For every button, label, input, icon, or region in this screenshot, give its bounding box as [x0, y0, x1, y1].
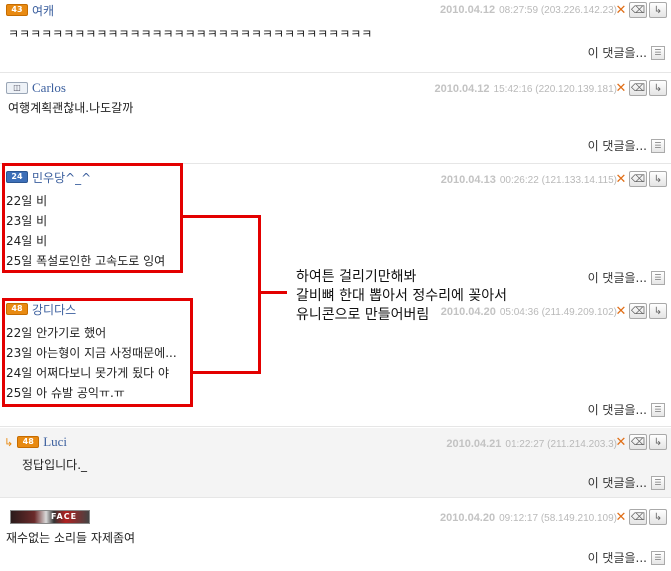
more-icon[interactable]: ☰ [651, 550, 665, 565]
delete-x-icon[interactable]: ✕ [615, 304, 627, 319]
delete-x-icon[interactable]: ✕ [615, 172, 627, 187]
highlight-box-bottom [2, 298, 193, 407]
comment-meta: 2010.04.12 08:27:59 (203.226.142.23) [440, 4, 617, 16]
annotation-line: 갈비뼈 한대 뽑아서 정수리에 꽂아서 [296, 288, 507, 304]
reply-arrow-icon[interactable]: ↳ [649, 171, 667, 187]
nickname[interactable]: Carlos [32, 80, 66, 96]
comment-meta: 2010.04.20 09:12:17 (58.149.210.109) [440, 512, 617, 524]
bracket-line [261, 291, 287, 294]
comment-item: ◫ Carlos 2010.04.12 15:42:16 (220.120.139… [0, 74, 671, 164]
comment-ip: (203.226.142.23) [540, 5, 617, 16]
delete-x-icon[interactable]: ✕ [615, 435, 627, 450]
comment-time: 08:27:59 [499, 5, 539, 16]
nickname[interactable]: 여캐 [32, 2, 54, 19]
delete-x-icon[interactable]: ✕ [615, 510, 627, 525]
level-badge: ◫ [6, 82, 28, 94]
more-menu[interactable]: 이 댓글을... ☰ [588, 474, 665, 491]
comment-time: 09:12:17 [499, 513, 539, 524]
more-label: 이 댓글을... [587, 46, 647, 60]
comment-actions: ✕ ⌫ ↳ [615, 509, 667, 525]
comment-ip: (220.120.139.181) [535, 84, 617, 95]
annotation-text: 하여튼 걸리기만해봐 갈비뼈 한대 뽑아서 정수리에 꽂아서 유니콘으로 만들어… [296, 268, 507, 325]
level-badge: 43 [6, 4, 28, 16]
eraser-icon[interactable]: ⌫ [629, 434, 647, 450]
comment-body: 여행계획괜찮내.나도갈까 [8, 98, 133, 118]
bracket-line [258, 215, 261, 374]
comment-item: 43 여캐 2010.04.12 08:27:59 (203.226.142.23… [0, 0, 671, 73]
delete-x-icon[interactable]: ✕ [615, 3, 627, 18]
eraser-icon[interactable]: ⌫ [629, 80, 647, 96]
comment-time: 15:42:16 [493, 84, 533, 95]
reply-arrow-icon[interactable]: ↳ [649, 2, 667, 18]
highlight-box-top [2, 163, 183, 273]
comment-actions: ✕ ⌫ ↳ [615, 80, 667, 96]
level-badge: 48 [17, 436, 40, 448]
more-label: 이 댓글을... [587, 139, 647, 153]
bracket-line [183, 215, 261, 218]
comment-line: 여행계획괜찮내.나도갈까 [8, 101, 134, 115]
comment-date: 2010.04.13 [440, 174, 496, 186]
comment-line: 재수없는 소리들 자제좀여 [6, 531, 136, 545]
comment-line: ㅋㅋㅋㅋㅋㅋㅋㅋㅋㅋㅋㅋㅋㅋㅋㅋㅋㅋㅋㅋㅋㅋㅋㅋㅋㅋㅋㅋㅋㅋㅋㅋㅋ [8, 27, 373, 41]
more-label: 이 댓글을... [587, 271, 647, 285]
eraser-icon[interactable]: ⌫ [629, 171, 647, 187]
reply-arrow-icon[interactable]: ↳ [649, 434, 667, 450]
more-icon[interactable]: ☰ [651, 138, 665, 153]
more-icon[interactable]: ☰ [651, 270, 665, 285]
comment-date: 2010.04.12 [440, 4, 496, 16]
comment-time: 00:26:22 [499, 175, 539, 186]
comment-header: ◫ Carlos [6, 80, 66, 96]
comment-meta: 2010.04.12 15:42:16 (220.120.139.181) [434, 83, 617, 95]
comment-meta: 2010.04.13 00:26:22 (121.133.14.115) [441, 174, 617, 186]
comment-body: ㅋㅋㅋㅋㅋㅋㅋㅋㅋㅋㅋㅋㅋㅋㅋㅋㅋㅋㅋㅋㅋㅋㅋㅋㅋㅋㅋㅋㅋㅋㅋㅋㅋ [8, 24, 372, 44]
comment-actions: ✕ ⌫ ↳ [615, 2, 667, 18]
comment-date: 2010.04.21 [446, 438, 502, 450]
bracket-line [193, 371, 261, 374]
comment-reply-item: ↳ 48 Luci 2010.04.21 01:22:27 (211.214.20… [0, 428, 671, 498]
comment-header: 43 여캐 [6, 2, 54, 18]
eraser-icon[interactable]: ⌫ [629, 509, 647, 525]
reply-arrow-icon[interactable]: ↳ [649, 80, 667, 96]
comment-actions: ✕ ⌫ ↳ [615, 434, 667, 450]
comment-meta: 2010.04.21 01:22:27 (211.214.203.3) [446, 438, 617, 450]
more-icon[interactable]: ☰ [651, 402, 665, 417]
more-menu[interactable]: 이 댓글을... ☰ [588, 269, 665, 286]
delete-x-icon[interactable]: ✕ [615, 81, 627, 96]
comment-header: FACE [10, 509, 90, 525]
comment-date: 2010.04.12 [434, 83, 490, 95]
nickname[interactable]: Luci [43, 434, 67, 450]
more-icon[interactable]: ☰ [651, 45, 665, 60]
comment-ip: (211.49.209.102) [541, 307, 617, 318]
comment-ip: (121.133.14.115) [541, 175, 617, 186]
comment-ip: (58.149.210.109) [540, 513, 617, 524]
comment-header: ↳ 48 Luci [4, 434, 67, 450]
comment-time: 01:22:27 [505, 439, 545, 450]
annotation-line: 유니콘으로 만들어버림 [296, 307, 430, 323]
more-menu[interactable]: 이 댓글을... ☰ [588, 44, 665, 61]
avatar-image[interactable]: FACE [10, 510, 90, 524]
more-label: 이 댓글을... [587, 551, 647, 565]
more-menu[interactable]: 이 댓글을... ☰ [588, 401, 665, 418]
eraser-icon[interactable]: ⌫ [629, 2, 647, 18]
comment-ip: (211.214.203.3) [547, 439, 617, 450]
reply-arrow-icon[interactable]: ↳ [649, 509, 667, 525]
more-icon[interactable]: ☰ [651, 475, 665, 490]
eraser-icon[interactable]: ⌫ [629, 303, 647, 319]
comment-date: 2010.04.20 [440, 512, 496, 524]
more-menu[interactable]: 이 댓글을... ☰ [588, 549, 665, 566]
comment-actions: ✕ ⌫ ↳ [615, 303, 667, 319]
comment-line: 정답입니다._ [22, 458, 88, 472]
comment-item: FACE 2010.04.20 09:12:17 (58.149.210.109)… [0, 499, 671, 571]
reply-arrow-icon[interactable]: ↳ [649, 303, 667, 319]
more-label: 이 댓글을... [587, 476, 647, 490]
more-label: 이 댓글을... [587, 403, 647, 417]
comment-body: 재수없는 소리들 자제좀여 [6, 528, 135, 548]
reply-indicator-icon: ↳ [4, 435, 14, 449]
more-menu[interactable]: 이 댓글을... ☰ [588, 137, 665, 154]
comment-actions: ✕ ⌫ ↳ [615, 171, 667, 187]
comment-body: 정답입니다._ [22, 455, 87, 475]
annotation-line: 하여튼 걸리기만해봐 [296, 269, 417, 285]
